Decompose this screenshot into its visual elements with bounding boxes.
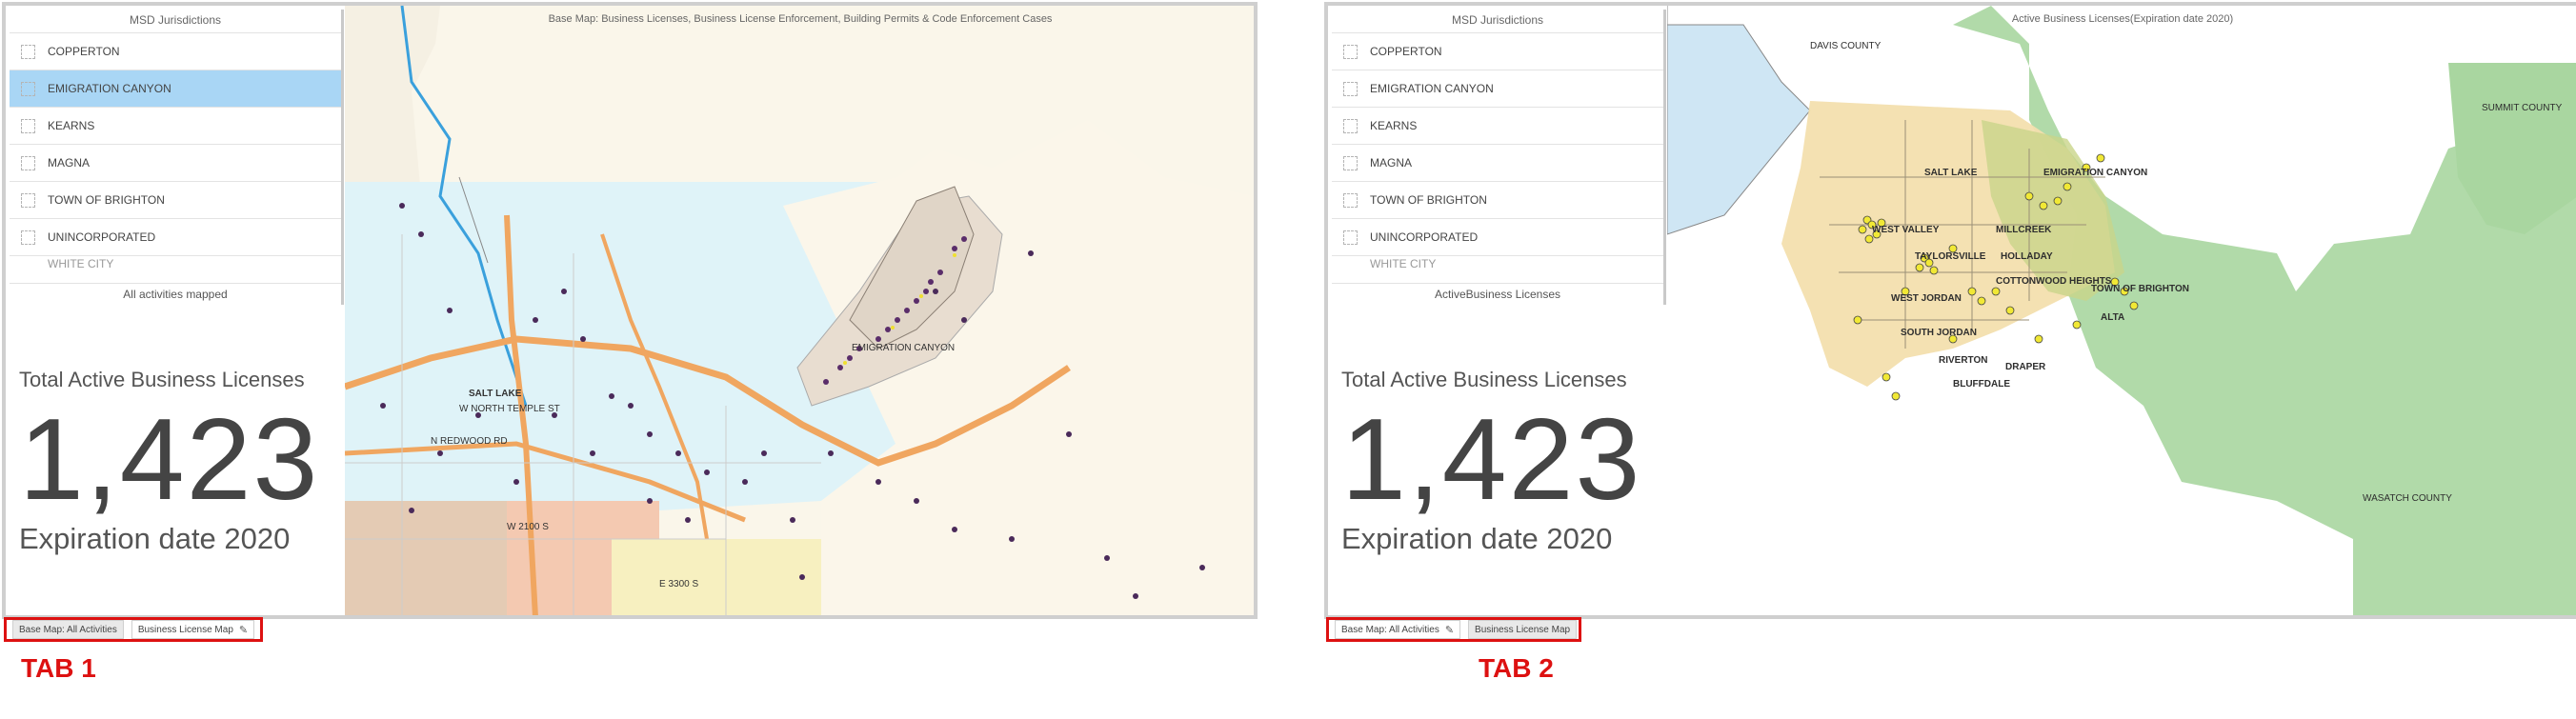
checkbox-icon [21, 119, 35, 133]
map-canvas[interactable]: DAVIS COUNTY SUMMIT COUNTY WASATCH COUNT… [1667, 6, 2576, 617]
list-item-label: MAGNA [1370, 156, 1413, 170]
map-label: DRAPER [2005, 362, 2046, 372]
list-item-white-city[interactable]: WHITE CITY [1332, 255, 1663, 271]
tab-base-map[interactable]: Base Map: All Activities [12, 620, 124, 639]
map-label: HOLLADAY [2001, 251, 2053, 262]
dashboard-panel-1: MSD Jurisdictions COPPERTON EMIGRATION C… [2, 2, 1258, 619]
checkbox-icon [1343, 156, 1358, 170]
list-footer: All activities mapped [10, 283, 341, 305]
checkbox-icon [21, 230, 35, 245]
list-item-label: WHITE CITY [48, 257, 114, 270]
checkbox-icon [1343, 230, 1358, 245]
map-label: TAYLORSVILLE [1915, 251, 1986, 262]
list-item-unincorporated[interactable]: UNINCORPORATED [10, 218, 341, 255]
tab-business-license-map[interactable]: Business License Map [1468, 620, 1578, 639]
tab-base-map[interactable]: Base Map: All Activities ✎ [1335, 620, 1461, 639]
jurisdictions-list: MSD Jurisdictions COPPERTON EMIGRATION C… [10, 10, 344, 305]
indicator-value: 1,423 [19, 394, 320, 524]
indicator-title: Total Active Business Licenses [1341, 368, 1627, 391]
checkbox-icon [21, 156, 35, 170]
map-label: SALT LAKE [1924, 168, 1978, 178]
map-label: SALT LAKE [469, 389, 522, 399]
list-item-label: TOWN OF BRIGHTON [48, 193, 165, 207]
checkbox-icon [1343, 45, 1358, 59]
indicator-value: 1,423 [1341, 394, 1642, 524]
map-label: SOUTH JORDAN [1901, 328, 1977, 338]
list-item-white-city[interactable]: WHITE CITY [10, 255, 341, 271]
list-item-label: TOWN OF BRIGHTON [1370, 193, 1487, 207]
tab-label: Business License Map [137, 624, 233, 635]
list-item-emigration-canyon[interactable]: EMIGRATION CANYON [1332, 70, 1663, 107]
jurisdictions-list: MSD Jurisdictions COPPERTON EMIGRATION C… [1332, 10, 1666, 305]
checkbox-icon [21, 82, 35, 96]
list-item-copperton[interactable]: COPPERTON [1332, 32, 1663, 70]
map-label: SUMMIT COUNTY [2482, 103, 2563, 113]
checkbox-icon [1343, 119, 1358, 133]
pencil-icon[interactable]: ✎ [1445, 624, 1454, 636]
map-label: RIVERTON [1939, 355, 1988, 366]
checkbox-icon [1343, 193, 1358, 208]
indicator-widget: Total Active Business Licenses 1,423 Exp… [19, 368, 343, 556]
list-item-town-of-brighton[interactable]: TOWN OF BRIGHTON [10, 181, 341, 218]
list-item-unincorporated[interactable]: UNINCORPORATED [1332, 218, 1663, 255]
list-item-label: EMIGRATION CANYON [48, 82, 171, 95]
map-label: ALTA [2101, 312, 2124, 323]
list-item-kearns[interactable]: KEARNS [1332, 107, 1663, 144]
pencil-icon[interactable]: ✎ [239, 624, 248, 636]
indicator-subtitle: Expiration date 2020 [19, 522, 291, 555]
tab-business-license-map[interactable]: Business License Map ✎ [131, 620, 255, 639]
business-license-map[interactable]: Active Business Licenses(Expiration date… [1667, 6, 2576, 617]
tab-label: Base Map: All Activities [19, 624, 117, 635]
list-item-label: KEARNS [48, 119, 95, 132]
tab-label: Business License Map [1475, 624, 1571, 635]
map-label: WEST JORDAN [1891, 293, 1962, 304]
map-label: E 3300 S [659, 579, 698, 589]
list-item-magna[interactable]: MAGNA [1332, 144, 1663, 181]
checkbox-icon [21, 45, 35, 59]
list-item-copperton[interactable]: COPPERTON [10, 32, 341, 70]
tab-bar-1: Base Map: All Activities Business Licens… [4, 617, 263, 642]
tab-bar-2: Base Map: All Activities ✎ Business Licen… [1326, 617, 1581, 642]
map-label: N REDWOOD RD [431, 436, 508, 447]
list-item-town-of-brighton[interactable]: TOWN OF BRIGHTON [1332, 181, 1663, 218]
list-item-kearns[interactable]: KEARNS [10, 107, 341, 144]
list-item-label: UNINCORPORATED [48, 230, 156, 244]
tab-label: Base Map: All Activities [1341, 624, 1439, 635]
map-label: EMIGRATION CANYON [852, 343, 955, 353]
list-title: MSD Jurisdictions [1451, 13, 1544, 27]
tab-caption: TAB 2 [1479, 653, 1554, 683]
list-item-label: UNINCORPORATED [1370, 230, 1479, 244]
map-title: Base Map: Business Licenses, Business Li… [548, 13, 1053, 25]
checkbox-icon [21, 193, 35, 208]
dashboard-panel-2: MSD Jurisdictions COPPERTON EMIGRATION C… [1324, 2, 2576, 619]
indicator-subtitle: Expiration date 2020 [1341, 522, 1613, 555]
list-item-label: WHITE CITY [1370, 257, 1437, 270]
map-label: WEST VALLEY [1872, 225, 1940, 235]
list-item-label: MAGNA [48, 156, 91, 170]
indicator-widget: Total Active Business Licenses 1,423 Exp… [1341, 368, 1665, 556]
map-label: DAVIS COUNTY [1810, 41, 1882, 51]
base-map[interactable]: Base Map: Business Licenses, Business Li… [345, 6, 1256, 617]
map-label: WASATCH COUNTY [2363, 493, 2452, 504]
checkbox-icon [1343, 82, 1358, 96]
tab-caption: TAB 1 [21, 653, 96, 683]
map-label: EMIGRATION CANYON [2043, 168, 2147, 178]
list-item-magna[interactable]: MAGNA [10, 144, 341, 181]
list-item-label: KEARNS [1370, 119, 1418, 132]
map-label: W 2100 S [507, 522, 549, 532]
list-footer: ActiveBusiness Licenses [1332, 283, 1663, 305]
map-label: W NORTH TEMPLE ST [459, 404, 560, 414]
list-item-label: COPPERTON [1370, 45, 1442, 58]
list-title: MSD Jurisdictions [129, 13, 222, 27]
indicator-title: Total Active Business Licenses [19, 368, 305, 391]
map-title: Active Business Licenses(Expiration date… [2011, 13, 2234, 25]
map-label: BLUFFDALE [1953, 379, 2010, 389]
map-label: TOWN OF BRIGHTON [2091, 284, 2189, 294]
map-label: MILLCREEK [1996, 225, 2052, 235]
list-item-label: COPPERTON [48, 45, 120, 58]
list-item-emigration-canyon[interactable]: EMIGRATION CANYON [10, 70, 341, 107]
list-item-label: EMIGRATION CANYON [1370, 82, 1494, 95]
map-canvas[interactable]: SALT LAKE W NORTH TEMPLE ST EMIGRATION C… [345, 6, 1256, 617]
